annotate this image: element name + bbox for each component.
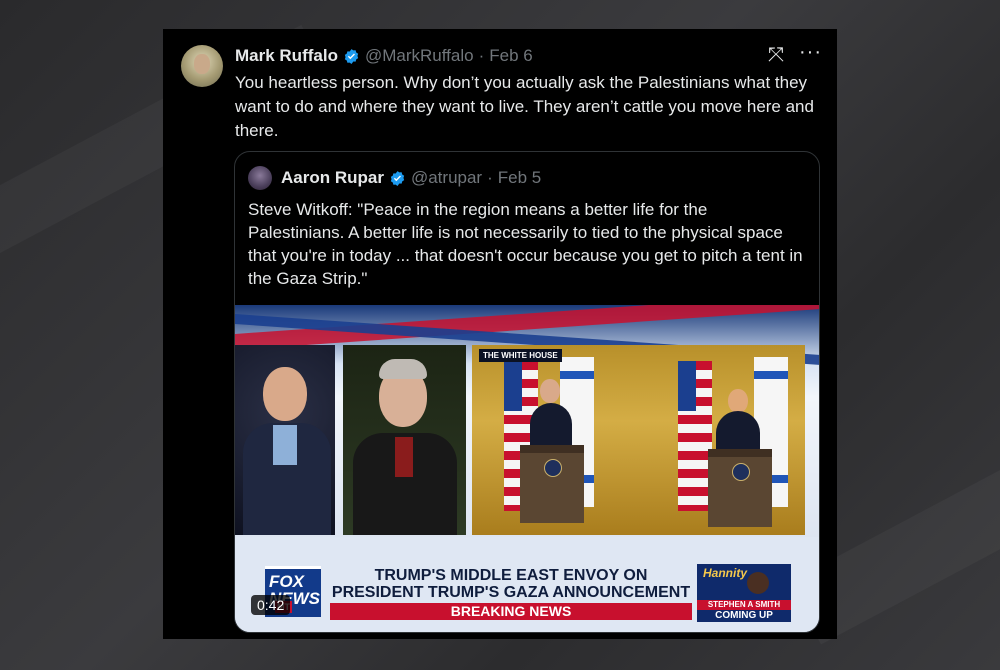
- video-panel-white-house: [472, 345, 805, 535]
- grok-icon[interactable]: ⤧: [768, 44, 784, 67]
- promo-line-1: STEPHEN A SMITH: [697, 600, 791, 610]
- headline-line-1: TRUMP'S MIDDLE EAST ENVOY ON: [374, 567, 648, 584]
- breaking-news-banner: BREAKING NEWS: [330, 603, 692, 620]
- separator-dot: ·: [478, 46, 485, 65]
- quoted-author-name: Aaron Rupar: [281, 168, 384, 187]
- video-player[interactable]: THE WHITE HOUSE FOX NEWS MT TRUMP'S MIDD…: [235, 305, 819, 632]
- chyron-headline: TRUMP'S MIDDLE EAST ENVOY ON PRESIDENT T…: [330, 567, 692, 601]
- verified-badge-icon: [344, 48, 359, 64]
- headline-line-2: PRESIDENT TRUMP'S GAZA ANNOUNCEMENT: [331, 584, 691, 601]
- promo-person: [747, 572, 769, 594]
- verified-badge-icon: [390, 170, 405, 186]
- promo-line-2: COMING UP: [715, 610, 773, 621]
- video-panel-guest: [343, 345, 466, 535]
- news-chyron: FOX NEWS MT TRUMP'S MIDDLE EAST ENVOY ON…: [235, 537, 819, 632]
- quoted-text: Steve Witkoff: "Peace in the region mean…: [248, 200, 803, 288]
- quoted-date: Feb 5: [497, 168, 542, 187]
- presidential-seal-icon: [544, 459, 562, 477]
- podium: [520, 445, 584, 523]
- author-handle[interactable]: @MarkRuffalo: [365, 46, 474, 66]
- quoted-avatar[interactable]: [248, 166, 272, 190]
- tie: [395, 437, 413, 477]
- tweet-card[interactable]: Mark Ruffalo @MarkRuffalo · Feb 6 ⤧ ··· …: [163, 29, 837, 639]
- quoted-header: Aaron Rupar @atrupar · Feb 5: [281, 168, 541, 188]
- tweet-text: You heartless person. Why don’t you actu…: [235, 73, 814, 140]
- author-name[interactable]: Mark Ruffalo: [235, 46, 338, 66]
- shirt: [273, 425, 297, 465]
- quoted-tweet[interactable]: Aaron Rupar @atrupar · Feb 5 Steve Witko…: [234, 151, 820, 633]
- location-tag: THE WHITE HOUSE: [479, 349, 562, 362]
- person-head: [263, 367, 307, 421]
- avatar[interactable]: [181, 45, 223, 87]
- tweet-date[interactable]: Feb 6: [489, 46, 532, 66]
- person-head: [540, 379, 560, 403]
- video-panel-host: [235, 345, 335, 535]
- tweet-header: Mark Ruffalo @MarkRuffalo · Feb 6: [235, 46, 533, 66]
- person-hair: [379, 359, 427, 379]
- presidential-seal-icon: [732, 463, 750, 481]
- quoted-handle: @atrupar: [410, 168, 483, 187]
- promo-box: Hannity STEPHEN A SMITH COMING UP: [697, 564, 791, 622]
- flag-us: [678, 361, 712, 511]
- podium: [708, 449, 772, 527]
- video-timestamp: 0:42: [251, 595, 291, 615]
- person-head: [728, 389, 748, 413]
- separator-dot: ·: [487, 168, 493, 187]
- more-icon[interactable]: ···: [799, 41, 822, 64]
- promo-title: Hannity: [703, 566, 748, 580]
